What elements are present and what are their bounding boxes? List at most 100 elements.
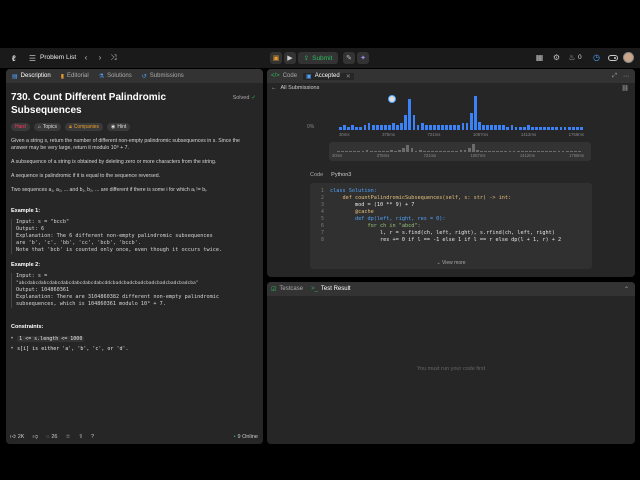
companies-tag[interactable]: 🔒︎ Companies (65, 123, 104, 131)
layout-icon[interactable]: ▦ (535, 53, 544, 62)
runtime-bar (455, 150, 459, 152)
leetcode-logo-icon[interactable]: ℓ (9, 52, 19, 64)
tab-code[interactable]: </> Code (271, 73, 297, 79)
runtime-bar (383, 124, 387, 130)
streak-fire-icon[interactable]: ♨ (568, 53, 576, 62)
runtime-bar (371, 124, 375, 130)
chevron-down-icon: ⌄ (436, 260, 441, 266)
runtime-bar (377, 150, 381, 152)
mini-tick-label: 1067ms (470, 153, 486, 158)
share-icon[interactable]: ⇧ (78, 434, 83, 440)
comments-button[interactable]: ◌ 26 (46, 434, 57, 440)
debug-button[interactable]: ▣ (270, 52, 282, 64)
runtime-bar (361, 150, 365, 152)
share-link-icon[interactable]: ⛓ (621, 85, 629, 92)
problem-title[interactable]: 730. Count Different Palindromic Subsequ… (11, 91, 191, 117)
close-tab-icon[interactable]: ✕ (346, 73, 351, 80)
runtime-bar (555, 126, 559, 130)
like-button[interactable]: 👍︎ 2K (10, 434, 24, 440)
dislike-button[interactable]: 👎︎ (32, 434, 38, 440)
help-icon[interactable]: ? (91, 434, 94, 440)
tab-submissions[interactable]: ↺ Submissions (142, 73, 184, 80)
avatar[interactable] (623, 52, 634, 63)
runtime-bar (408, 99, 412, 130)
code-line: 5 def dp(left, right, res = 0): (310, 216, 592, 223)
runtime-bar (494, 124, 498, 130)
next-problem-icon[interactable]: › (96, 53, 104, 62)
code-line: 1 class Solution: (310, 188, 592, 195)
timer-icon[interactable]: ◷ (592, 53, 601, 62)
tab-accepted[interactable]: ▣ Accepted ✕ (303, 72, 354, 80)
language-label: Python3 (331, 172, 352, 178)
expand-icon[interactable]: ⤢ (612, 73, 617, 80)
runtime-bar (502, 124, 506, 130)
description-panel: ▤ Description ▮ Editorial ⚗ Solutions ↺ … (6, 69, 263, 444)
problem-list-link[interactable]: Problem List (40, 54, 76, 61)
problem-list-icon[interactable]: ☰ (28, 53, 37, 63)
topics-tag[interactable]: ⌂ Topics (33, 123, 62, 131)
runtime-bar (343, 124, 346, 130)
runtime-bar (573, 151, 577, 152)
runtime-bar (373, 150, 377, 152)
settings-gear-icon[interactable]: ⚙ (552, 53, 561, 62)
runtime-bar (498, 124, 502, 130)
mini-tick-label: 375ms (376, 153, 390, 158)
runtime-bar (394, 150, 398, 152)
code-viewer[interactable]: 1 class Solution: 2 def countPalindromicS… (310, 183, 592, 269)
tab-description[interactable]: ▤ Description (12, 73, 51, 80)
document-icon: ▤ (12, 73, 18, 80)
ai-assist-button[interactable]: ✦ (357, 52, 369, 64)
runtime-bar (341, 150, 344, 152)
x-tick-label: 375ms (382, 132, 395, 137)
example-2-line: "abcdabcdabcdabcdabcdabcdabcdabcddcbadcb… (16, 281, 199, 286)
favorite-star-icon[interactable]: ☆ (65, 434, 70, 440)
runtime-range-slider[interactable]: 30ms 375ms 721ms 1067ms 1412ms 1758ms (329, 142, 591, 161)
mini-tick-label: 721ms (423, 153, 437, 158)
shuffle-icon[interactable]: ⤨ (109, 53, 118, 63)
constraint-item: • s[i] is either 'a', 'b', 'c', or 'd'. (11, 346, 256, 352)
runtime-bar (443, 150, 447, 152)
more-icon[interactable]: ⋯ (623, 73, 629, 80)
online-count: • 9 Online (234, 434, 258, 440)
runtime-bar (557, 151, 561, 152)
runtime-x-axis: 30ms 375ms 721ms 1067ms 1412ms 1758ms (339, 132, 584, 137)
tab-test-result[interactable]: >_ Test Result (311, 286, 351, 292)
comment-count: 26 (51, 434, 58, 440)
runtime-bar (351, 124, 355, 130)
thumb-down-icon: 👎︎ (32, 434, 39, 440)
tab-solutions[interactable]: ⚗ Solutions (99, 73, 132, 80)
tab-editorial[interactable]: ▮ Editorial (61, 73, 89, 80)
tab-accepted-label: Accepted (314, 73, 340, 79)
tab-testcase-label: Testcase (279, 286, 304, 292)
runtime-bar (577, 151, 581, 152)
mini-tick-label: 1758ms (569, 153, 584, 158)
tab-editorial-label: Editorial (67, 73, 89, 79)
run-button[interactable]: ▶ (284, 52, 296, 64)
online-label: 9 Online (237, 434, 259, 440)
runtime-bar (441, 124, 444, 130)
collapse-icon[interactable]: ⌃ (624, 286, 629, 293)
tab-testcase[interactable]: ☑ Testcase (271, 286, 303, 293)
prev-problem-icon[interactable]: ‹ (82, 53, 90, 62)
description-paragraph-1: Given a string s, return the number of d… (11, 138, 240, 151)
hint-tag[interactable]: ◉ Hint (107, 123, 131, 131)
runtime-bar (400, 123, 404, 130)
runtime-bar (553, 151, 557, 152)
top-toolbar: ℓ ☰ Problem List ‹ › ⤨ ▣ ▶ ⇪ Submit ✎ ✦ … (0, 48, 640, 68)
difficulty-badge: Hard (11, 123, 30, 131)
runtime-bar (528, 151, 532, 152)
checkbox-icon: ▣ (306, 73, 312, 80)
runtime-bar (486, 124, 489, 130)
view-more-button[interactable]: ⌄ View more (310, 260, 592, 266)
streak-count: 0 (578, 54, 582, 61)
all-submissions-link[interactable]: ← All Submissions (271, 85, 319, 91)
toggle-icon[interactable] (608, 54, 618, 62)
runtime-bar (386, 150, 389, 152)
code-brackets-icon: </> (271, 73, 280, 79)
notes-button[interactable]: ✎ (343, 52, 355, 64)
x-tick-label: 1067ms (472, 132, 489, 137)
submit-button[interactable]: ⇪ Submit (298, 52, 338, 64)
test-panel-tabs: ☑ Testcase >_ Test Result ⌃ (267, 282, 635, 296)
runtime-bar (430, 150, 434, 152)
runtime-bar (479, 150, 483, 152)
